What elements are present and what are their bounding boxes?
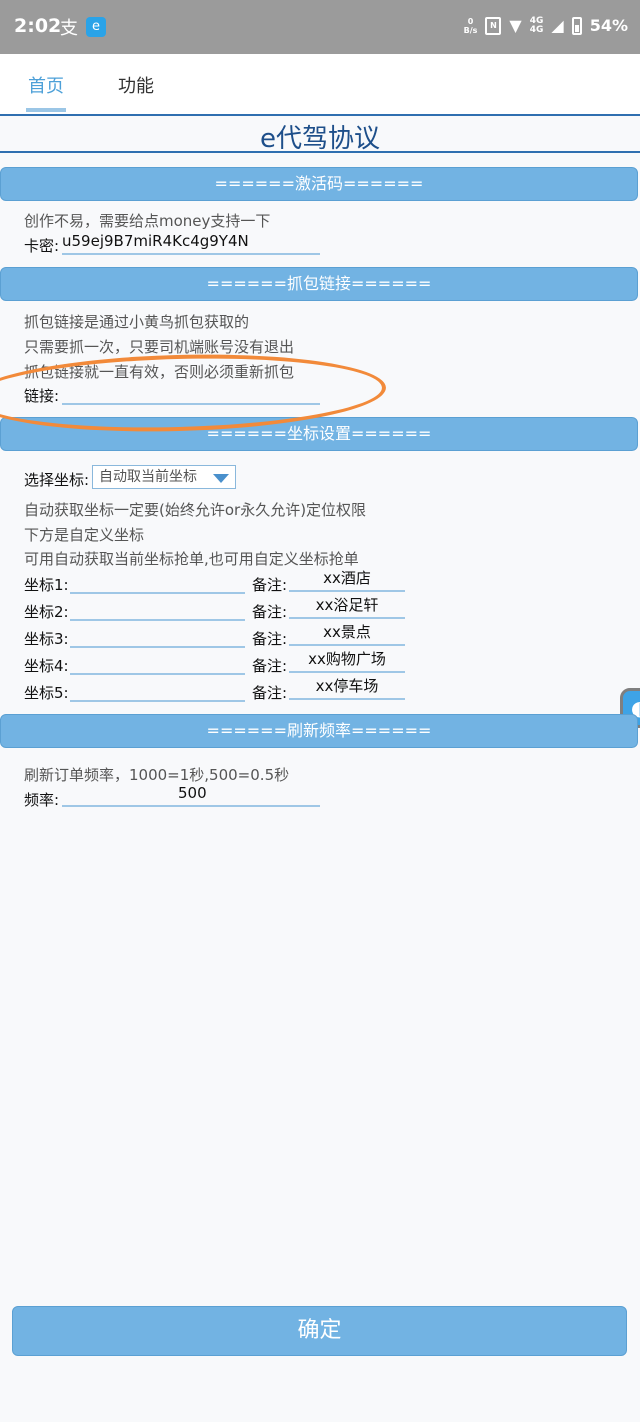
nfc-icon: N: [485, 16, 502, 35]
activation-note: 创作不易，需要给点money支持一下: [24, 212, 271, 230]
coord-label-4: 坐标4:: [24, 657, 69, 675]
remark-input-2[interactable]: xx浴足轩: [289, 595, 405, 619]
tab-features[interactable]: 功能: [118, 72, 154, 98]
card-label: 卡密:: [24, 237, 60, 255]
divider: [0, 114, 640, 116]
coord-label-5: 坐标5:: [24, 684, 69, 702]
coord-label-3: 坐标3:: [24, 630, 69, 648]
capture-note-2: 只需要抓一次，只要司机端账号没有退出: [24, 338, 295, 356]
tab-bar: 首页 功能: [0, 54, 640, 114]
refresh-header: ======刷新频率======: [0, 714, 638, 748]
coord-select-label: 选择坐标:: [24, 471, 90, 489]
remark-input-1[interactable]: xx酒店: [289, 568, 405, 592]
coord-select[interactable]: 自动取当前坐标: [92, 465, 236, 489]
coord-input-3[interactable]: [70, 624, 245, 648]
network-speed: 0 B/s: [463, 16, 478, 35]
remark-label-5: 备注:: [252, 684, 288, 702]
coord-input-1[interactable]: [70, 570, 245, 594]
freq-input[interactable]: 500: [62, 783, 320, 807]
network-type: 4G 4G: [529, 15, 544, 35]
wifi-icon: ▼: [509, 16, 522, 35]
browser-app-icon: e: [86, 17, 106, 37]
coord-input-2[interactable]: [70, 597, 245, 621]
coords-note-1: 自动获取坐标一定要(始终允许or永久允许)定位权限: [24, 501, 367, 519]
remark-label-2: 备注:: [252, 603, 288, 621]
divider: [0, 151, 640, 153]
coord-input-4[interactable]: [70, 651, 245, 675]
coord-label-2: 坐标2:: [24, 603, 69, 621]
battery-level: 54%: [589, 16, 628, 35]
capture-header: ======抓包链接======: [0, 267, 638, 301]
coord-label-1: 坐标1:: [24, 576, 69, 594]
remark-label-3: 备注:: [252, 630, 288, 648]
tab-home[interactable]: 首页: [26, 72, 66, 112]
remark-input-4[interactable]: xx购物广场: [289, 649, 405, 673]
link-input[interactable]: [62, 381, 320, 405]
coord-input-5[interactable]: [70, 678, 245, 702]
coords-note-2: 下方是自定义坐标: [24, 526, 145, 544]
coords-note-3: 可用自动获取当前坐标抢单,也可用自定义坐标抢单: [24, 550, 359, 568]
signal-icon: ◢: [551, 16, 564, 35]
confirm-button[interactable]: 确定: [12, 1306, 627, 1356]
remark-label-1: 备注:: [252, 576, 288, 594]
remark-label-4: 备注:: [252, 657, 288, 675]
freq-label: 频率:: [24, 791, 60, 809]
capture-note-1: 抓包链接是通过小黄鸟抓包获取的: [24, 313, 250, 331]
dropdown-arrow-icon: [213, 474, 229, 483]
status-time: 2:02: [14, 15, 62, 37]
notification-app-icon: 支: [60, 18, 78, 39]
battery-icon: [571, 16, 582, 35]
coords-header: ======坐标设置======: [0, 417, 638, 451]
remark-input-5[interactable]: xx停车场: [289, 676, 405, 700]
refresh-note: 刷新订单频率，1000=1秒,500=0.5秒: [24, 766, 290, 784]
card-input[interactable]: u59ej9B7miR4Kc4g9Y4N: [62, 231, 320, 255]
capture-note-3: 抓包链接就一直有效，否则必须重新抓包: [24, 363, 295, 381]
remark-input-3[interactable]: xx景点: [289, 622, 405, 646]
activation-header: ======激活码======: [0, 167, 638, 201]
link-label: 链接:: [24, 387, 60, 405]
status-bar: 2:02 支 e 0 B/s N ▼ 4G 4G ◢ 54%: [0, 0, 640, 54]
page-title: e代驾协议: [260, 124, 380, 154]
